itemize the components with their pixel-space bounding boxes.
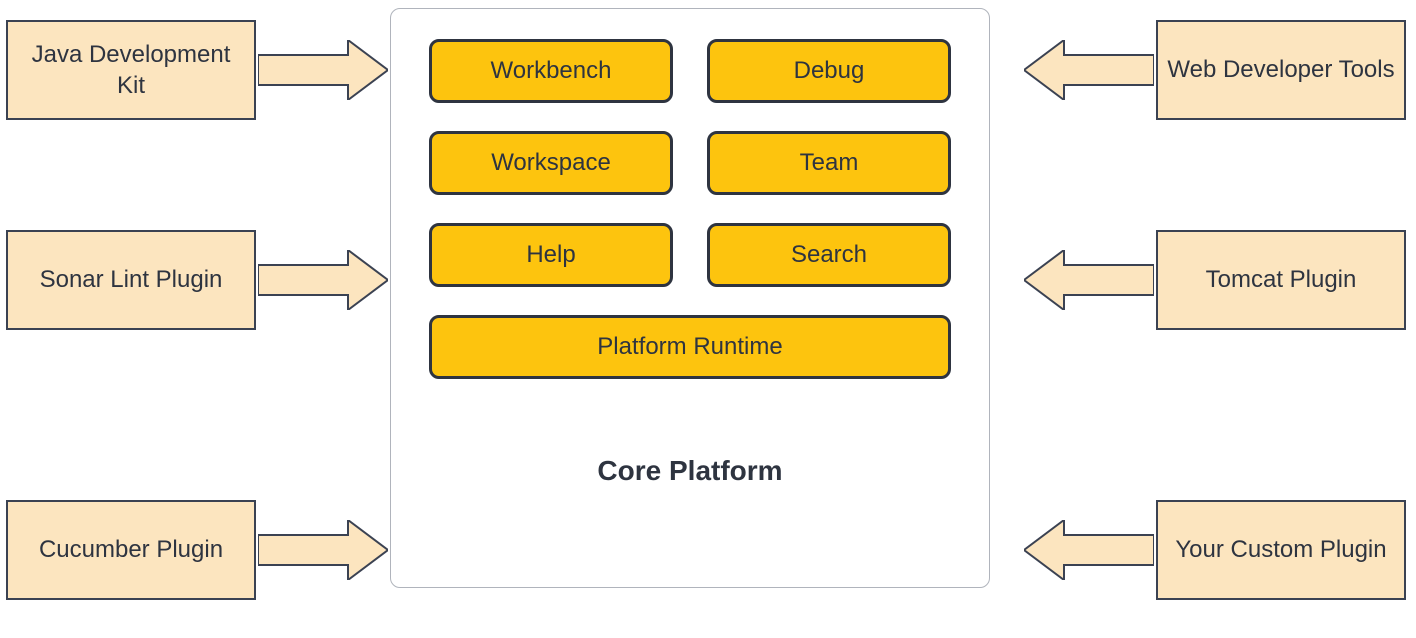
plugin-box-webdev: Web Developer Tools bbox=[1156, 20, 1406, 120]
plugin-box-cucumber: Cucumber Plugin bbox=[6, 500, 256, 600]
plugin-label: Tomcat Plugin bbox=[1206, 264, 1357, 295]
plugin-box-sonarlint: Sonar Lint Plugin bbox=[6, 230, 256, 330]
arrow-right-icon bbox=[258, 520, 388, 580]
arrow-left-icon bbox=[1024, 40, 1154, 100]
core-module-label: Platform Runtime bbox=[597, 333, 782, 361]
plugin-label: Your Custom Plugin bbox=[1175, 534, 1386, 565]
core-module-label: Debug bbox=[794, 57, 865, 85]
plugin-label: Cucumber Plugin bbox=[39, 534, 223, 565]
plugin-box-custom: Your Custom Plugin bbox=[1156, 500, 1406, 600]
arrow-right-icon bbox=[258, 40, 388, 100]
arrow-right-icon bbox=[258, 250, 388, 310]
plugin-label: Web Developer Tools bbox=[1167, 54, 1394, 85]
core-module-label: Help bbox=[526, 241, 575, 269]
core-module-workspace: Workspace bbox=[429, 131, 673, 195]
core-module-search: Search bbox=[707, 223, 951, 287]
arrow-left-icon bbox=[1024, 520, 1154, 580]
core-module-team: Team bbox=[707, 131, 951, 195]
core-module-runtime: Platform Runtime bbox=[429, 315, 951, 379]
plugin-label: Java Development Kit bbox=[16, 39, 246, 101]
core-module-label: Workbench bbox=[491, 57, 612, 85]
plugin-box-jdk: Java Development Kit bbox=[6, 20, 256, 120]
arrow-left-icon bbox=[1024, 250, 1154, 310]
core-platform-container: Workbench Debug Workspace Team Help Sear… bbox=[390, 8, 990, 588]
core-module-label: Workspace bbox=[491, 149, 611, 177]
core-module-workbench: Workbench bbox=[429, 39, 673, 103]
core-platform-title: Core Platform bbox=[429, 455, 951, 487]
core-module-label: Search bbox=[791, 241, 867, 269]
core-modules-grid: Workbench Debug Workspace Team Help Sear… bbox=[429, 39, 951, 287]
core-module-help: Help bbox=[429, 223, 673, 287]
plugin-box-tomcat: Tomcat Plugin bbox=[1156, 230, 1406, 330]
core-module-debug: Debug bbox=[707, 39, 951, 103]
plugin-label: Sonar Lint Plugin bbox=[40, 264, 223, 295]
core-module-label: Team bbox=[800, 149, 859, 177]
